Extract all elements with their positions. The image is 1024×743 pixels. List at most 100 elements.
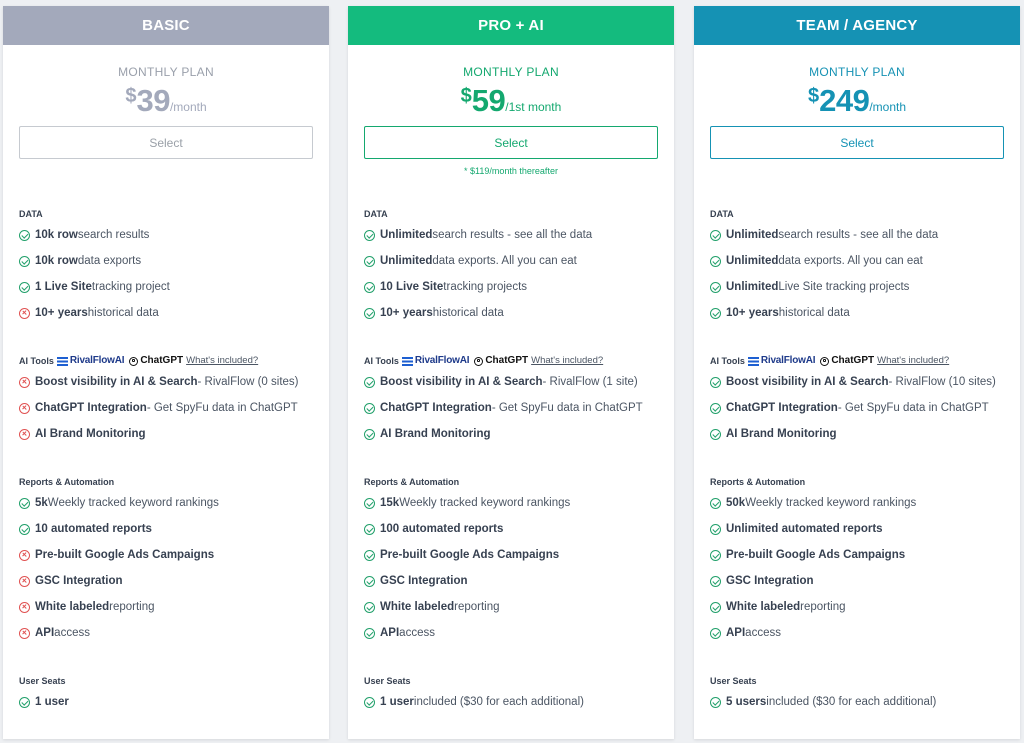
feature-item: Unlimited Live Site tracking projects	[710, 274, 1010, 300]
feature-item: GSC Integration	[364, 568, 664, 594]
feature-item: 10 Live Site tracking projects	[364, 274, 664, 300]
rivalflow-logo: RivalFlowAI	[401, 353, 470, 369]
check-circle-icon	[710, 575, 721, 587]
check-circle-icon	[710, 307, 721, 319]
section-reports: Reports & Automation 15k Weekly tracked …	[364, 474, 664, 646]
check-circle-icon	[19, 696, 30, 708]
feature-item: Pre-built Google Ads Campaigns	[364, 542, 664, 568]
feature-item: AI Brand Monitoring	[710, 421, 1010, 447]
plan-card-pro-ai: PRO + AI MONTHLY PLAN $59/1st month Sele…	[348, 6, 674, 739]
section-title: User Seats	[19, 676, 66, 686]
section-ai-tools: AI Tools RivalFlowAI ChatGPT What's incl…	[710, 353, 1010, 447]
section-title: AI Tools RivalFlowAI ChatGPT What's incl…	[19, 353, 319, 369]
check-circle-icon	[364, 229, 375, 241]
feature-item: Unlimited search results - see all the d…	[364, 222, 664, 248]
check-circle-icon	[364, 575, 375, 587]
chatgpt-icon	[820, 356, 830, 366]
x-circle-icon	[19, 428, 30, 440]
check-circle-icon	[710, 601, 721, 613]
section-ai-tools: AI Tools RivalFlowAI ChatGPT What's incl…	[19, 353, 319, 447]
check-circle-icon	[364, 428, 375, 440]
feature-item: GSC Integration	[710, 568, 1010, 594]
check-circle-icon	[364, 307, 375, 319]
section-title: AI Tools RivalFlowAI ChatGPT What's incl…	[710, 353, 1010, 369]
feature-item: 50k Weekly tracked keyword rankings	[710, 490, 1010, 516]
check-circle-icon	[710, 376, 721, 388]
check-circle-icon	[19, 255, 30, 267]
section-ai-tools: AI Tools RivalFlowAI ChatGPT What's incl…	[364, 353, 664, 447]
feature-item: GSC Integration	[19, 568, 319, 594]
feature-item: 15k Weekly tracked keyword rankings	[364, 490, 664, 516]
price-amount: 39	[136, 83, 170, 118]
check-circle-icon	[19, 281, 30, 293]
whats-included-link[interactable]: What's included?	[186, 353, 258, 369]
feature-item: 10+ years historical data	[364, 300, 664, 326]
check-circle-icon	[710, 497, 721, 509]
rivalflow-logo: RivalFlowAI	[747, 353, 816, 369]
select-team-button[interactable]: Select	[710, 126, 1004, 159]
check-circle-icon	[364, 549, 375, 561]
chatgpt-logo: ChatGPT	[820, 353, 874, 369]
select-basic-button[interactable]: Select	[19, 126, 313, 159]
check-circle-icon	[710, 696, 721, 708]
price-note	[694, 166, 1020, 178]
feature-item: Pre-built Google Ads Campaigns	[19, 542, 319, 568]
feature-item: Pre-built Google Ads Campaigns	[710, 542, 1010, 568]
pricing-plans: BASIC MONTHLY PLAN $39/month Select DATA…	[0, 0, 1024, 743]
check-circle-icon	[710, 549, 721, 561]
feature-item: 10+ years historical data	[710, 300, 1010, 326]
feature-item: API access	[710, 620, 1010, 646]
whats-included-link[interactable]: What's included?	[877, 353, 949, 369]
whats-included-link[interactable]: What's included?	[531, 353, 603, 369]
section-data: DATA Unlimited search results - see all …	[364, 206, 664, 326]
check-circle-icon	[364, 696, 375, 708]
section-title: Reports & Automation	[364, 477, 460, 487]
plan-name: BASIC	[3, 6, 329, 45]
check-circle-icon	[364, 402, 375, 414]
price-currency: $	[125, 85, 137, 107]
check-circle-icon	[710, 428, 721, 440]
price-period: /1st month	[505, 100, 562, 114]
plan-name: TEAM / AGENCY	[694, 6, 1020, 45]
section-reports: Reports & Automation 50k Weekly tracked …	[710, 474, 1010, 646]
plan-billing-label: MONTHLY PLAN	[118, 65, 214, 79]
check-circle-icon	[710, 229, 721, 241]
x-circle-icon	[19, 307, 30, 319]
price-note	[3, 166, 329, 178]
plan-price: $59/1st month	[348, 83, 674, 119]
feature-item: Unlimited search results - see all the d…	[710, 222, 1010, 248]
section-title: User Seats	[710, 676, 757, 686]
feature-item: ChatGPT Integration - Get SpyFu data in …	[19, 395, 319, 421]
feature-item: 5 users included ($30 for each additiona…	[710, 689, 1010, 715]
plan-billing-label: MONTHLY PLAN	[809, 65, 905, 79]
feature-item: White labeled reporting	[710, 594, 1010, 620]
feature-item: Boost visibility in AI & Search - RivalF…	[364, 369, 664, 395]
plan-price: $39/month	[3, 83, 329, 119]
feature-item: 10k row search results	[19, 222, 319, 248]
section-user-seats: User Seats 1 user	[19, 673, 319, 715]
chatgpt-icon	[474, 356, 484, 366]
check-circle-icon	[364, 627, 375, 639]
chatgpt-logo: ChatGPT	[129, 353, 183, 369]
check-circle-icon	[710, 402, 721, 414]
check-circle-icon	[364, 255, 375, 267]
rivalflow-icon	[747, 356, 759, 366]
feature-item: AI Brand Monitoring	[19, 421, 319, 447]
check-circle-icon	[364, 601, 375, 613]
section-user-seats: User Seats 1 user included ($30 for each…	[364, 673, 664, 715]
check-circle-icon	[364, 523, 375, 535]
section-title: User Seats	[364, 676, 411, 686]
x-circle-icon	[19, 402, 30, 414]
section-data: DATA 10k row search results 10k row data…	[19, 206, 319, 326]
feature-item: 10+ years historical data	[19, 300, 319, 326]
rivalflow-icon	[401, 356, 413, 366]
feature-item: ChatGPT Integration - Get SpyFu data in …	[364, 395, 664, 421]
check-circle-icon	[710, 627, 721, 639]
feature-item: 10 automated reports	[19, 516, 319, 542]
price-amount: 249	[819, 83, 870, 118]
section-user-seats: User Seats 5 users included ($30 for eac…	[710, 673, 1010, 715]
select-pro-button[interactable]: Select	[364, 126, 658, 159]
section-reports: Reports & Automation 5k Weekly tracked k…	[19, 474, 319, 646]
section-title: DATA	[710, 209, 734, 219]
feature-item: AI Brand Monitoring	[364, 421, 664, 447]
